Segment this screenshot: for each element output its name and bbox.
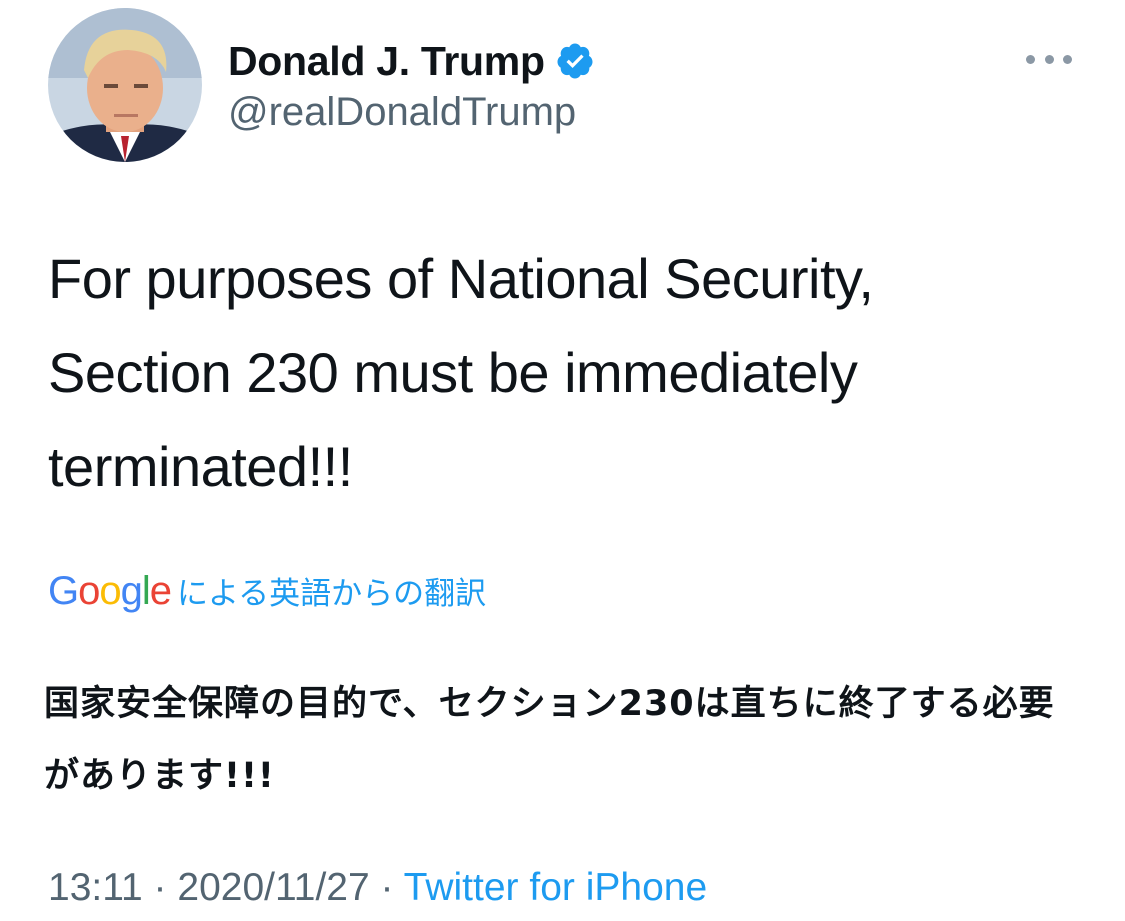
tweet-source[interactable]: Twitter for iPhone — [404, 866, 707, 909]
more-dot-icon — [1044, 54, 1054, 64]
tweet-text: For purposes of National Security, Secti… — [48, 247, 874, 498]
more-dot-icon — [1026, 54, 1035, 64]
more-options-icon[interactable] — [1026, 42, 1072, 76]
google-logo: Google — [48, 569, 172, 613]
avatar[interactable] — [48, 8, 202, 162]
handle[interactable]: @realDonaldTrump — [228, 90, 576, 135]
translation-attribution[interactable]: Google による英語からの翻訳 — [48, 568, 486, 614]
tweet-time[interactable]: 13:11 — [48, 866, 143, 909]
translated-text: 国家安全保障の目的で、セクション230は直ちに終了する必要があります!!! — [44, 684, 1055, 796]
translation-label[interactable]: による英語からの翻訳 — [177, 568, 486, 613]
more-dot-icon — [1063, 54, 1072, 64]
verified-badge-icon — [555, 41, 595, 81]
tweet-meta: 13:11 · 2020/11/27 · Twitter for iPhone — [48, 866, 707, 910]
tweet-date[interactable]: 2020/11/27 — [177, 866, 369, 909]
display-name[interactable]: Donald J. Trump — [228, 38, 545, 85]
meta-separator: · — [380, 866, 394, 909]
meta-separator: · — [153, 866, 167, 909]
